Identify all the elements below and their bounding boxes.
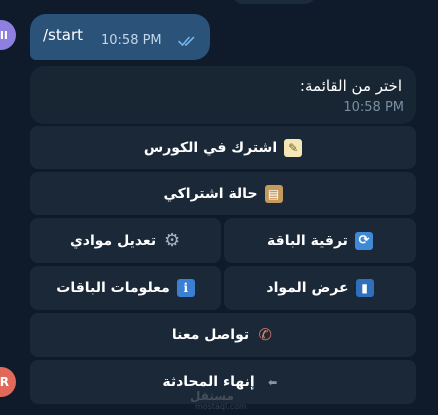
phone-icon: ✆ — [258, 325, 272, 344]
button-label: تعديل موادي — [69, 232, 157, 249]
clipboard-icon: ▤ — [264, 184, 283, 203]
contact-us-button[interactable]: ✆ تواصل معنا — [30, 313, 416, 357]
avatar-initial: R — [0, 375, 9, 389]
view-subjects-button[interactable]: ▮ عرض المواد — [224, 266, 416, 310]
message-time: 10:58 PM — [343, 100, 404, 115]
memo-icon: ✎ — [284, 138, 303, 157]
message-time: 10:58 PM — [101, 33, 162, 48]
cycle-arrows-icon: ⟳ — [354, 231, 373, 250]
edit-subjects-button[interactable]: ⚙ تعديل موادي — [30, 218, 221, 263]
button-label: تواصل معنا — [171, 327, 250, 343]
avatar-initial: II — [0, 28, 8, 42]
end-arrow-icon: ⬅ — [268, 375, 278, 389]
avatar[interactable]: II — [0, 20, 16, 50]
button-label: إنهاء المحادثة — [162, 374, 255, 390]
double-check-icon — [178, 32, 198, 51]
avatar[interactable]: R — [0, 367, 16, 397]
button-label: اشترك في الكورس — [143, 139, 278, 156]
subscription-status-button[interactable]: ▤ حالة اشتراكي — [30, 172, 416, 215]
button-label: عرض المواد — [266, 280, 349, 296]
button-label: معلومات الباقات — [56, 280, 170, 296]
watermark-url: mostaql.com — [195, 402, 247, 411]
plan-info-button[interactable]: i معلومات الباقات — [30, 266, 221, 310]
book-icon: ▮ — [355, 279, 374, 297]
gear-icon: ⚙ — [164, 229, 181, 251]
watermark: مستقل — [190, 389, 234, 403]
message-text: /start — [43, 26, 83, 44]
info-icon: i — [176, 279, 195, 297]
incoming-message-bubble[interactable]: اختر من القائمة: 10:58 PM — [30, 66, 416, 124]
previous-message-stub — [232, 0, 316, 4]
button-label: ترقية الباقة — [267, 232, 348, 249]
outgoing-message-bubble[interactable]: /start 10:58 PM — [30, 14, 210, 60]
upgrade-plan-button[interactable]: ⟳ ترقية الباقة — [224, 218, 416, 263]
button-label: حالة اشتراكي — [163, 185, 258, 202]
message-text: اختر من القائمة: — [299, 77, 402, 95]
subscribe-course-button[interactable]: ✎ اشترك في الكورس — [30, 126, 416, 169]
